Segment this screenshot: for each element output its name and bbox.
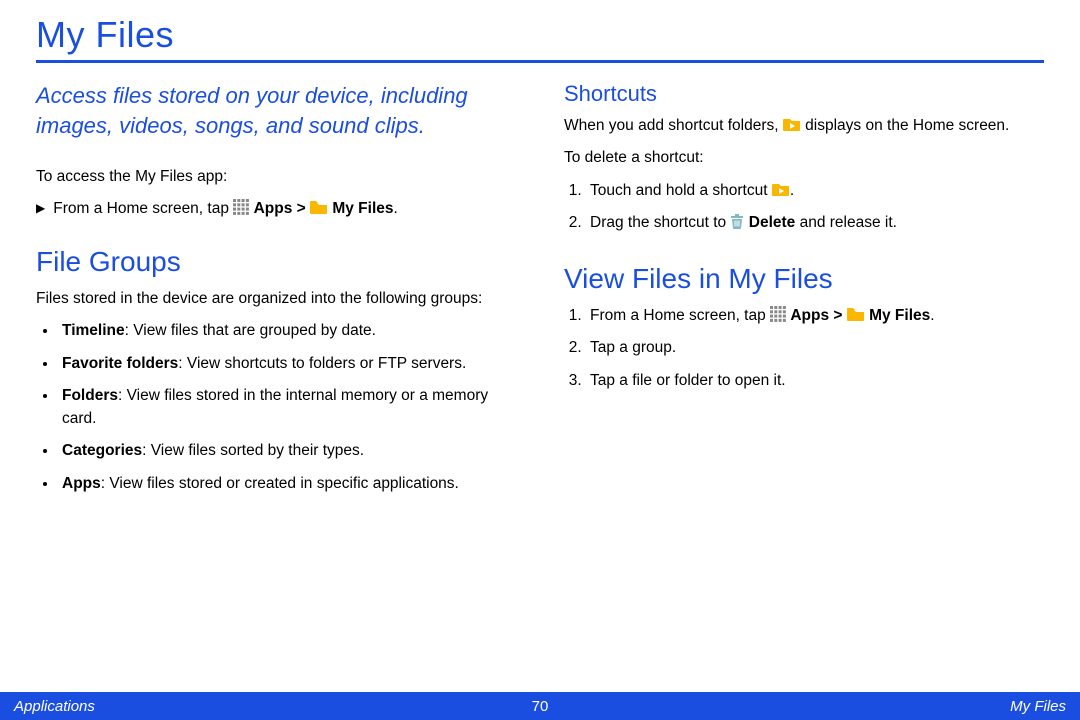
shortcut-folder-icon (772, 181, 790, 197)
shortcut-folder-icon (783, 116, 801, 132)
delete-shortcut-label: To delete a shortcut: (564, 147, 1044, 169)
footer-right: My Files (1010, 698, 1066, 715)
apps-label: Apps (254, 200, 293, 217)
footer-page-number: 70 (532, 698, 549, 715)
right-column: Shortcuts When you add shortcut folders,… (564, 81, 1044, 505)
list-item: Touch and hold a shortcut . (586, 180, 1044, 202)
access-label: To access the My Files app: (36, 166, 516, 188)
intro-text: Access files stored on your device, incl… (36, 81, 516, 140)
left-column: Access files stored on your device, incl… (36, 81, 516, 505)
apps-grid-icon (233, 199, 249, 215)
list-item: Folders: View files stored in the intern… (58, 385, 516, 430)
myfiles-label: My Files (332, 200, 393, 217)
access-step-prefix: From a Home screen, tap (53, 200, 229, 217)
list-item: Tap a group. (586, 337, 1044, 359)
view-files-steps: From a Home screen, tap Apps > My Fi (564, 305, 1044, 392)
footer-left: Applications (14, 698, 95, 715)
triangle-icon: ▶ (36, 201, 45, 215)
list-item: From a Home screen, tap Apps > My Fi (586, 305, 1044, 327)
file-groups-list: Timeline: View files that are grouped by… (36, 320, 516, 495)
folder-icon (847, 306, 865, 320)
shortcuts-line: When you add shortcut folders, displays … (564, 115, 1044, 137)
trash-icon (730, 213, 744, 229)
list-item: Apps: View files stored or created in sp… (58, 473, 516, 495)
apps-grid-icon (770, 306, 786, 322)
file-groups-heading: File Groups (36, 246, 516, 278)
list-item: Drag the shortcut to Delete and release … (586, 212, 1044, 234)
list-item: Favorite folders: View shortcuts to fold… (58, 353, 516, 375)
file-groups-desc: Files stored in the device are organized… (36, 288, 516, 310)
delete-shortcut-steps: Touch and hold a shortcut . Drag the sho… (564, 180, 1044, 235)
list-item: Tap a file or folder to open it. (586, 370, 1044, 392)
page-title: My Files (36, 14, 1044, 63)
folder-icon (310, 200, 328, 214)
access-step: ▶ From a Home screen, tap Apps > (36, 199, 516, 218)
list-item: Categories: View files sorted by their t… (58, 440, 516, 462)
page-footer: Applications 70 My Files (0, 692, 1080, 720)
view-files-heading: View Files in My Files (564, 263, 1044, 295)
list-item: Timeline: View files that are grouped by… (58, 320, 516, 342)
shortcuts-heading: Shortcuts (564, 81, 1044, 107)
